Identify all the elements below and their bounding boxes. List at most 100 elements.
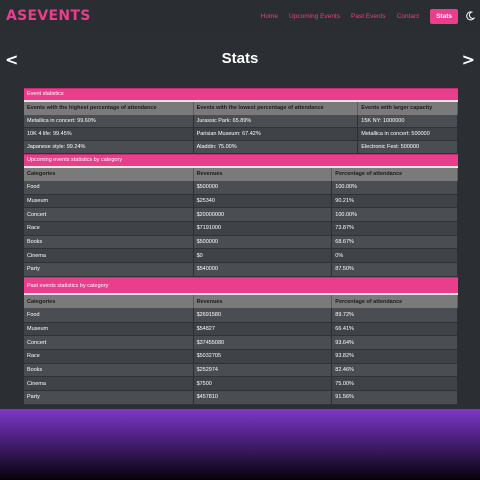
column-header: Categories (24, 165, 194, 181)
table-cell: 90.21% (331, 194, 458, 209)
table-cell: $7500 (193, 376, 333, 391)
table-cell: Metallica in concert: 500000 (357, 127, 458, 141)
table-cell: Food (24, 308, 194, 323)
section-header: Event statistics (24, 88, 458, 101)
column-header: Revenues (193, 293, 333, 309)
table-cell: Japanese style: 99.24% (24, 140, 194, 154)
table-cell: 68.67% (331, 235, 458, 250)
section-header: Past events statistics by category (24, 276, 458, 295)
event-statistics-table: Event statistics Events with the highest… (24, 88, 458, 154)
table-row: Museum $54827 66.41% (24, 322, 458, 337)
table-row: Books $500000 68.67% (24, 235, 458, 250)
table-cell: $7191000 (193, 221, 333, 236)
column-header: Events with larger capacity (357, 99, 458, 115)
nav-link-home[interactable]: Home (261, 13, 278, 20)
column-header: Revenues (193, 165, 333, 181)
table-cell: 91.56% (331, 390, 458, 405)
table-row: Concert $37455080 93.64% (24, 335, 458, 350)
table-cell: $20000000 (193, 207, 333, 223)
upcoming-statistics-title: Upcoming events statistics by category (24, 154, 458, 167)
table-row: Cinema $0 0% (24, 248, 458, 264)
table-cell: Race (24, 349, 194, 364)
past-statistics-title: Past events statistics by category (24, 276, 458, 295)
section-header: Upcoming events statistics by category (24, 154, 458, 167)
table-row: Food $500000 100.00% (24, 180, 458, 195)
page-title: Stats (221, 50, 259, 67)
table-row: Food $2691580 89.72% (24, 308, 458, 323)
column-headers: Categories Revenues Percentage of attend… (24, 165, 458, 181)
table-row: Japanese style: 99.24% Aladdin: 75.00% E… (24, 140, 458, 154)
nav-link-contact[interactable]: Contact (397, 13, 419, 20)
table-cell: Metallica in concert: 99.60% (24, 114, 194, 128)
stats-container: Event statistics Events with the highest… (24, 88, 458, 405)
table-cell: Museum (24, 194, 194, 209)
navbar: ASEVENTS Home Upcoming Events Past Event… (0, 0, 480, 34)
table-cell: 100.00% (331, 180, 458, 195)
table-cell: $37455080 (193, 335, 333, 350)
table-cell: Food (24, 180, 194, 195)
table-cell: 82.46% (331, 363, 458, 378)
table-cell: 10K 4 life: 99.45% (24, 127, 194, 141)
table-cell: $457810 (193, 390, 333, 405)
table-cell: $2691580 (193, 308, 333, 323)
table-cell: 0% (331, 248, 458, 264)
table-cell: Museum (24, 322, 194, 337)
table-cell: Race (24, 221, 194, 236)
table-cell: Party (24, 390, 194, 405)
table-cell: Party (24, 262, 194, 277)
table-cell: $252974 (193, 363, 333, 378)
footer (0, 409, 480, 480)
table-cell: Jurassic Park: 65.89% (193, 114, 359, 128)
column-header: Events with the lowest percentage of att… (193, 99, 359, 115)
table-cell: 87.50% (331, 262, 458, 277)
table-cell: 93.64% (331, 335, 458, 350)
table-row: Metallica in concert: 99.60% Jurassic Pa… (24, 114, 458, 128)
table-row: Books $252974 82.46% (24, 363, 458, 378)
table-row: Museum $25340 90.21% (24, 194, 458, 209)
upcoming-statistics-table: Upcoming events statistics by category C… (24, 154, 458, 277)
table-row: Concert $20000000 100.00% (24, 207, 458, 223)
table-cell: 15K NY: 1000000 (357, 114, 458, 128)
table-row: Race $5032705 93.82% (24, 349, 458, 364)
table-cell: Books (24, 363, 194, 378)
table-row: Party $540000 87.50% (24, 262, 458, 277)
table-cell: Parisian Museum: 67.42% (193, 127, 359, 141)
table-cell: 100.00% (331, 207, 458, 223)
moon-icon[interactable] (465, 11, 475, 21)
column-header: Percentage of attendance (331, 165, 458, 181)
table-row: Party $457810 91.56% (24, 390, 458, 405)
table-cell: $540000 (193, 262, 333, 277)
table-cell: Concert (24, 207, 194, 223)
table-cell: $5032705 (193, 349, 333, 364)
table-cell: Concert (24, 335, 194, 350)
table-cell: Aladdin: 75.00% (193, 140, 359, 154)
table-row: Race $7191000 73.87% (24, 221, 458, 236)
table-cell: $500000 (193, 235, 333, 250)
column-header: Events with the highest percentage of at… (24, 99, 194, 115)
table-cell: $500000 (193, 180, 333, 195)
nav-link-upcoming-events[interactable]: Upcoming Events (289, 13, 340, 20)
nav-link-stats[interactable]: Stats (430, 9, 458, 24)
table-cell: 73.87% (331, 221, 458, 236)
table-cell: 89.72% (331, 308, 458, 323)
site-logo[interactable]: ASEVENTS (6, 8, 91, 24)
table-cell: $54827 (193, 322, 333, 337)
table-cell: $25340 (193, 194, 333, 209)
column-header: Percentage of attendance (331, 293, 458, 309)
table-cell: Cinema (24, 376, 194, 391)
table-row: Cinema $7500 75.00% (24, 376, 458, 391)
event-statistics-title: Event statistics (24, 88, 458, 101)
column-headers: Events with the highest percentage of at… (24, 99, 458, 115)
table-row: 10K 4 life: 99.45% Parisian Museum: 67.4… (24, 127, 458, 141)
table-cell: 66.41% (331, 322, 458, 337)
nav-links: Home Upcoming Events Past Events Contact… (250, 9, 458, 24)
table-cell: Cinema (24, 248, 194, 264)
table-cell: $0 (193, 248, 333, 264)
column-header: Categories (24, 293, 194, 309)
column-headers: Categories Revenues Percentage of attend… (24, 293, 458, 309)
nav-link-past-events[interactable]: Past Events (351, 13, 386, 20)
next-arrow[interactable]: > (462, 50, 475, 69)
past-statistics-table: Past events statistics by category Categ… (24, 276, 458, 405)
table-cell: 75.00% (331, 376, 458, 391)
table-cell: 93.82% (331, 349, 458, 364)
